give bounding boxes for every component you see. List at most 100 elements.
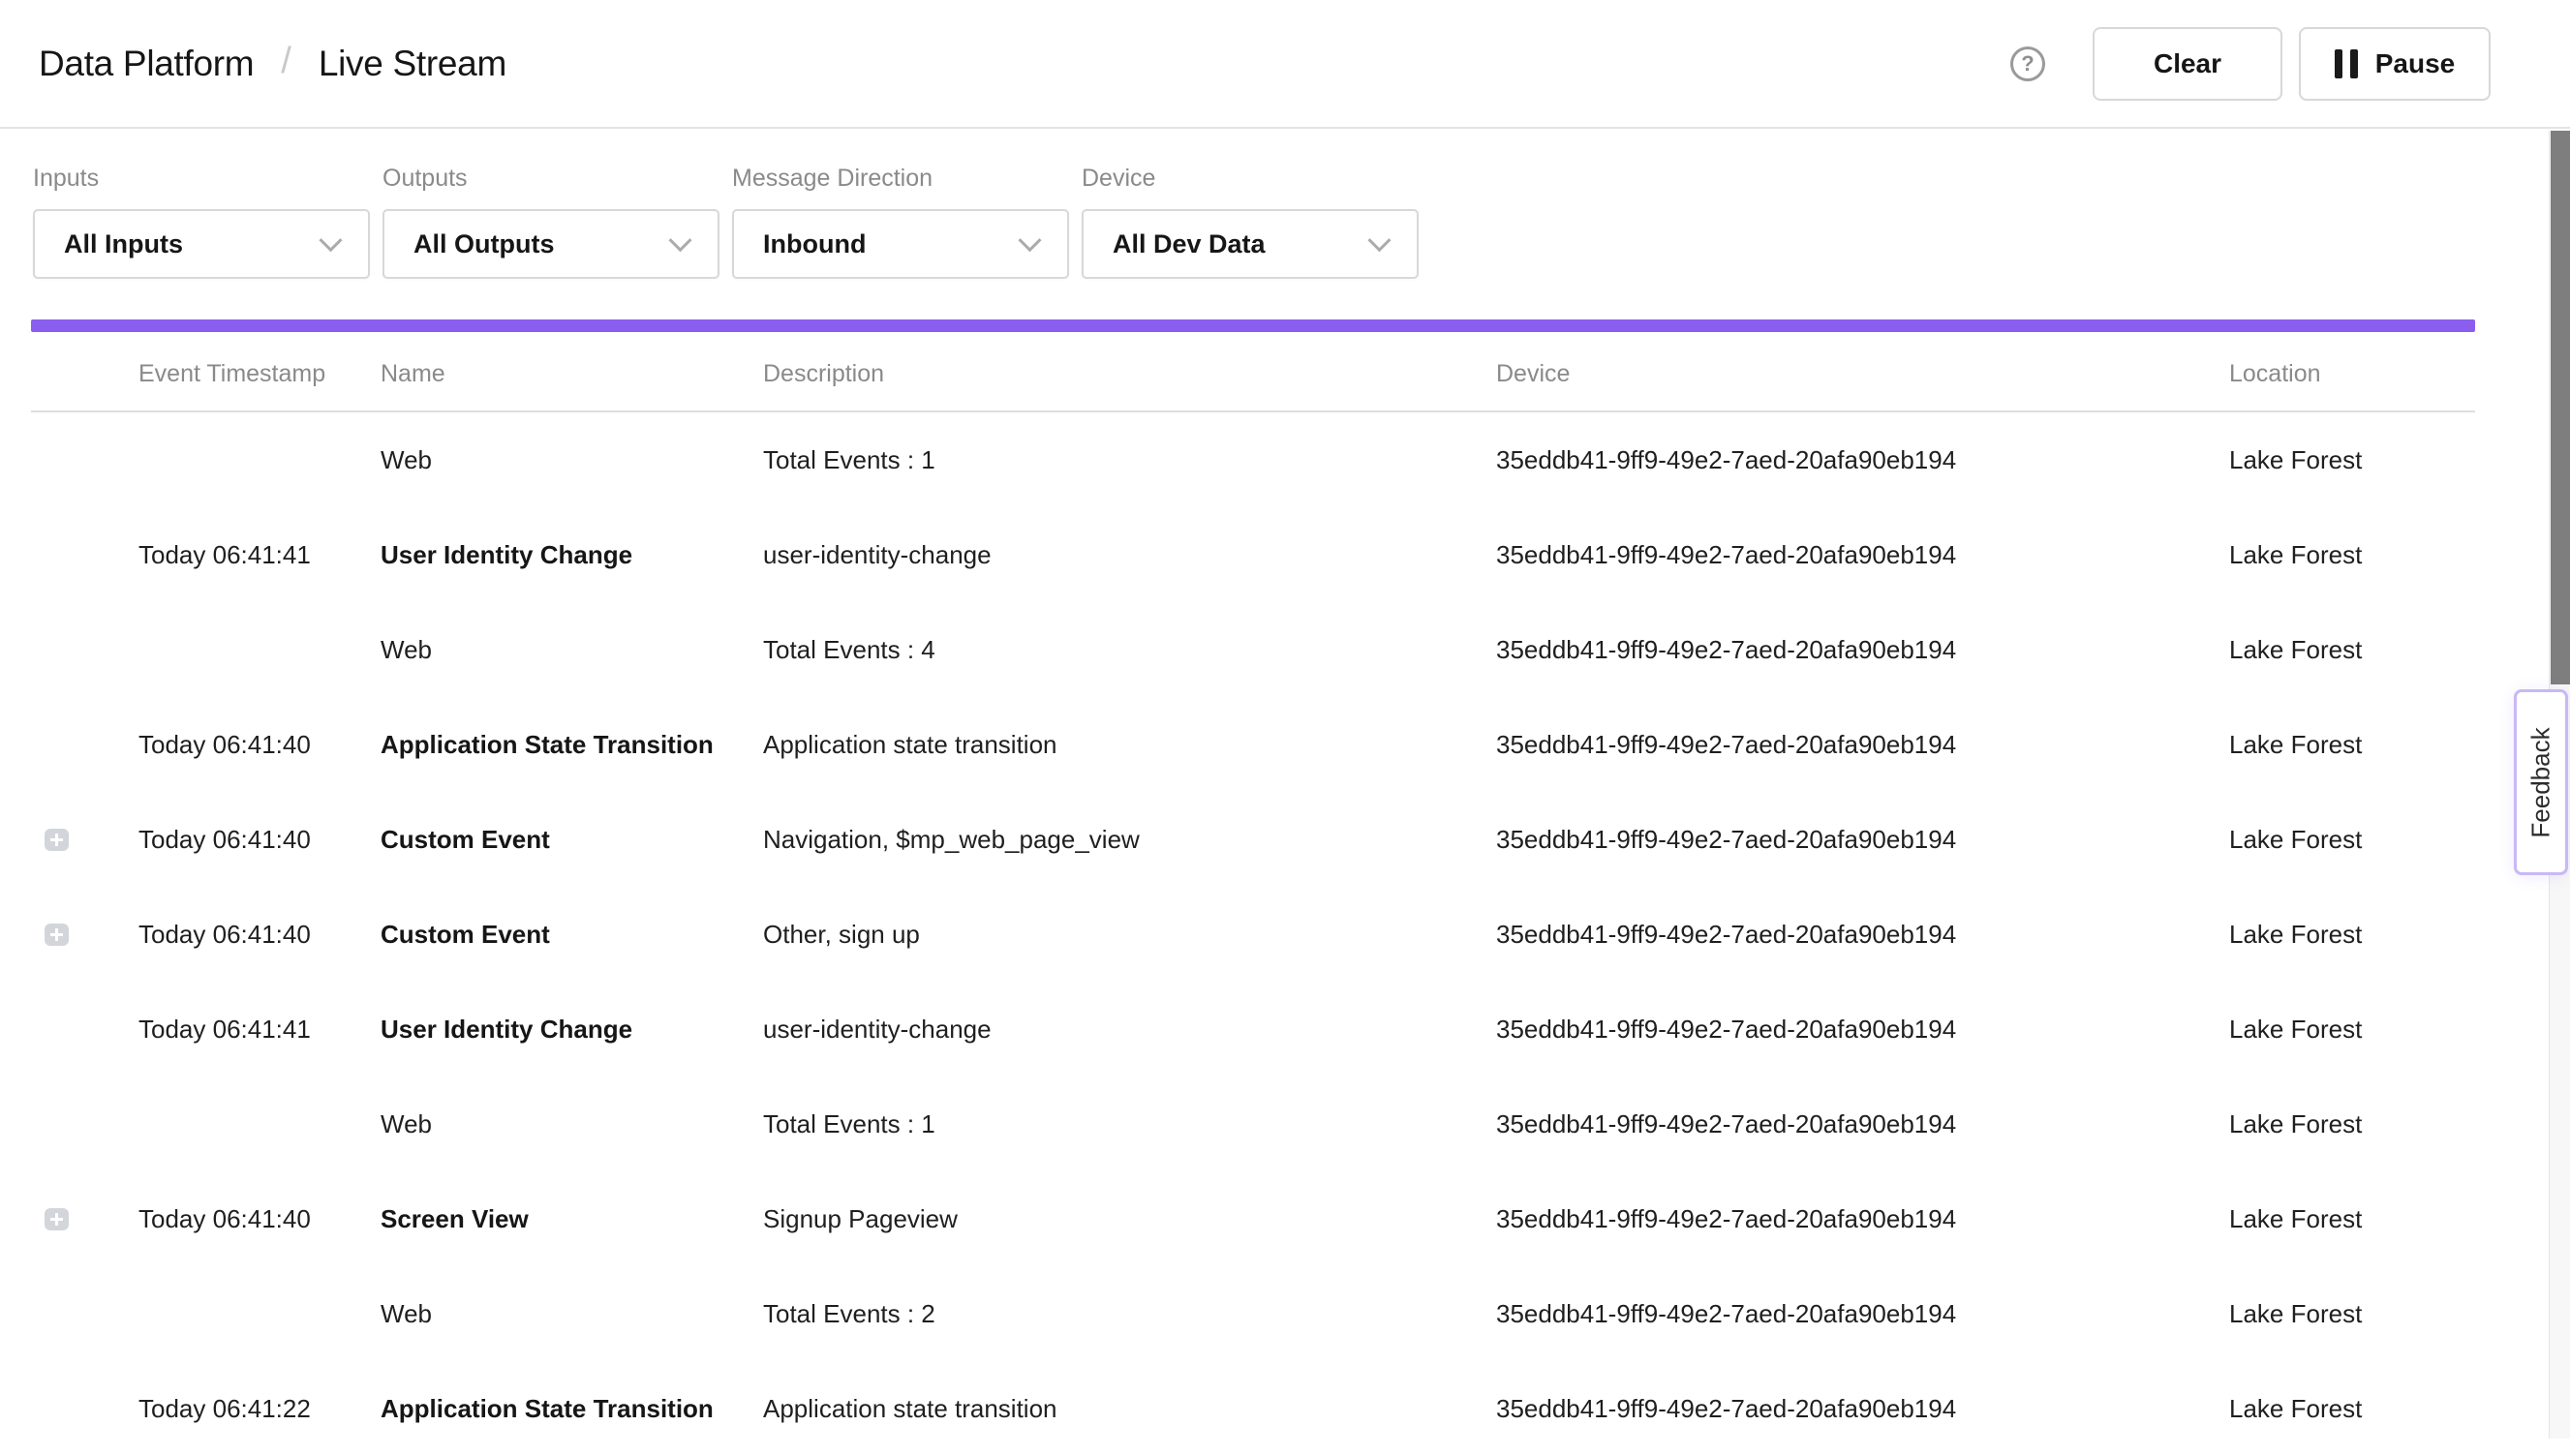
device-dropdown[interactable]: All Dev Data [1082,209,1419,279]
event-location: Lake Forest [2229,1204,2475,1234]
filter-device-label: Device [1082,165,1419,193]
event-name: Web [381,445,763,475]
event-timestamp: Today 06:41:40 [138,825,381,855]
event-location: Lake Forest [2229,920,2475,950]
event-name: Screen View [381,1204,763,1234]
event-location: Lake Forest [2229,445,2475,475]
event-name: Custom Event [381,825,763,855]
help-icon[interactable]: ? [2010,46,2045,81]
table-row[interactable]: Web Total Events : 2 35eddb41-9ff9-49e2-… [31,1266,2475,1361]
event-description: Total Events : 1 [763,445,1496,475]
message-direction-dropdown[interactable]: Inbound [732,209,1069,279]
pause-button[interactable]: Pause [2299,27,2491,101]
event-timestamp: Today 06:41:22 [138,1394,381,1424]
event-name: Application State Transition [381,730,763,760]
column-header-location: Location [2229,360,2475,388]
event-timestamp: Today 06:41:40 [138,920,381,950]
breadcrumb-separator: / [281,41,291,82]
event-timestamp: Today 06:41:41 [138,1015,381,1045]
table-row[interactable]: Today 06:41:40 Application State Transit… [31,697,2475,792]
event-device-id: 35eddb41-9ff9-49e2-7aed-20afa90eb194 [1496,1394,2229,1424]
event-description: Signup Pageview [763,1204,1496,1234]
event-device-id: 35eddb41-9ff9-49e2-7aed-20afa90eb194 [1496,730,2229,760]
chevron-down-icon [1367,228,1391,252]
event-device-id: 35eddb41-9ff9-49e2-7aed-20afa90eb194 [1496,1204,2229,1234]
filter-device: Device All Dev Data [1082,165,1419,279]
table-row[interactable]: Web Total Events : 1 35eddb41-9ff9-49e2-… [31,1077,2475,1171]
event-device-id: 35eddb41-9ff9-49e2-7aed-20afa90eb194 [1496,920,2229,950]
event-location: Lake Forest [2229,1394,2475,1424]
event-timestamp: Today 06:41:40 [138,1204,381,1234]
event-description: Total Events : 1 [763,1109,1496,1139]
outputs-dropdown-value: All Outputs [413,229,554,259]
event-timestamp: Today 06:41:40 [138,730,381,760]
event-description: Total Events : 4 [763,635,1496,665]
event-location: Lake Forest [2229,825,2475,855]
outputs-dropdown[interactable]: All Outputs [382,209,719,279]
event-location: Lake Forest [2229,635,2475,665]
table-body: Web Total Events : 1 35eddb41-9ff9-49e2-… [31,412,2475,1456]
event-name: Application State Transition [381,1394,763,1424]
filter-message-direction: Message Direction Inbound [732,165,1069,279]
event-device-id: 35eddb41-9ff9-49e2-7aed-20afa90eb194 [1496,1109,2229,1139]
expand-plus-icon[interactable] [45,829,69,851]
event-name: Web [381,1109,763,1139]
chevron-down-icon [668,228,691,252]
device-dropdown-value: All Dev Data [1113,229,1266,259]
event-location: Lake Forest [2229,1015,2475,1045]
expand-plus-icon[interactable] [45,1208,69,1230]
event-description: Application state transition [763,1394,1496,1424]
table-row[interactable]: Today 06:41:40 Custom Event Navigation, … [31,792,2475,887]
clear-button[interactable]: Clear [2093,27,2282,101]
event-device-id: 35eddb41-9ff9-49e2-7aed-20afa90eb194 [1496,445,2229,475]
message-direction-dropdown-value: Inbound [763,229,866,259]
event-device-id: 35eddb41-9ff9-49e2-7aed-20afa90eb194 [1496,1015,2229,1045]
column-header-event-timestamp: Event Timestamp [138,360,381,388]
table-row[interactable]: Today 06:41:22 Application State Transit… [31,1361,2475,1456]
event-description: Application state transition [763,730,1496,760]
table-header-row: Event Timestamp Name Description Device … [31,337,2475,412]
filter-bar: Inputs All Inputs Outputs All Outputs Me… [33,165,1419,279]
expand-plus-icon[interactable] [45,924,69,946]
table-row[interactable]: Web Total Events : 4 35eddb41-9ff9-49e2-… [31,602,2475,697]
column-header-name: Name [381,360,763,388]
table-row[interactable]: Web Total Events : 1 35eddb41-9ff9-49e2-… [31,412,2475,507]
filter-inputs: Inputs All Inputs [33,165,370,279]
scrollbar-thumb[interactable] [2551,131,2570,684]
page-title: Live Stream [319,44,506,84]
filter-message-direction-label: Message Direction [732,165,1069,193]
table-row[interactable]: Today 06:41:40 Custom Event Other, sign … [31,887,2475,982]
event-description: user-identity-change [763,1015,1496,1045]
event-name: Custom Event [381,920,763,950]
event-device-id: 35eddb41-9ff9-49e2-7aed-20afa90eb194 [1496,1299,2229,1329]
column-header-description: Description [763,360,1496,388]
event-name: Web [381,1299,763,1329]
table-row[interactable]: Today 06:41:41 User Identity Change user… [31,982,2475,1077]
feedback-tab[interactable]: Feedback [2514,689,2568,875]
filter-outputs: Outputs All Outputs [382,165,719,279]
event-location: Lake Forest [2229,1299,2475,1329]
event-device-id: 35eddb41-9ff9-49e2-7aed-20afa90eb194 [1496,825,2229,855]
topbar-actions: ? Clear Pause [2010,0,2491,127]
chevron-down-icon [1018,228,1041,252]
events-table: Event Timestamp Name Description Device … [31,337,2475,1456]
breadcrumb-data-platform[interactable]: Data Platform [39,44,254,84]
inputs-dropdown[interactable]: All Inputs [33,209,370,279]
live-stream-progress-bar [31,319,2475,332]
filter-outputs-label: Outputs [382,165,719,193]
event-device-id: 35eddb41-9ff9-49e2-7aed-20afa90eb194 [1496,635,2229,665]
breadcrumb: Data Platform / Live Stream [39,0,506,127]
event-timestamp: Today 06:41:41 [138,540,381,570]
column-header-device: Device [1496,360,2229,388]
chevron-down-icon [319,228,342,252]
table-row[interactable]: Today 06:41:41 User Identity Change user… [31,507,2475,602]
event-location: Lake Forest [2229,540,2475,570]
pause-icon [2335,49,2358,78]
event-location: Lake Forest [2229,1109,2475,1139]
event-location: Lake Forest [2229,730,2475,760]
pause-button-label: Pause [2375,48,2456,79]
filter-inputs-label: Inputs [33,165,370,193]
table-row[interactable]: Today 06:41:40 Screen View Signup Pagevi… [31,1171,2475,1266]
event-description: user-identity-change [763,540,1496,570]
event-description: Navigation, $mp_web_page_view [763,825,1496,855]
